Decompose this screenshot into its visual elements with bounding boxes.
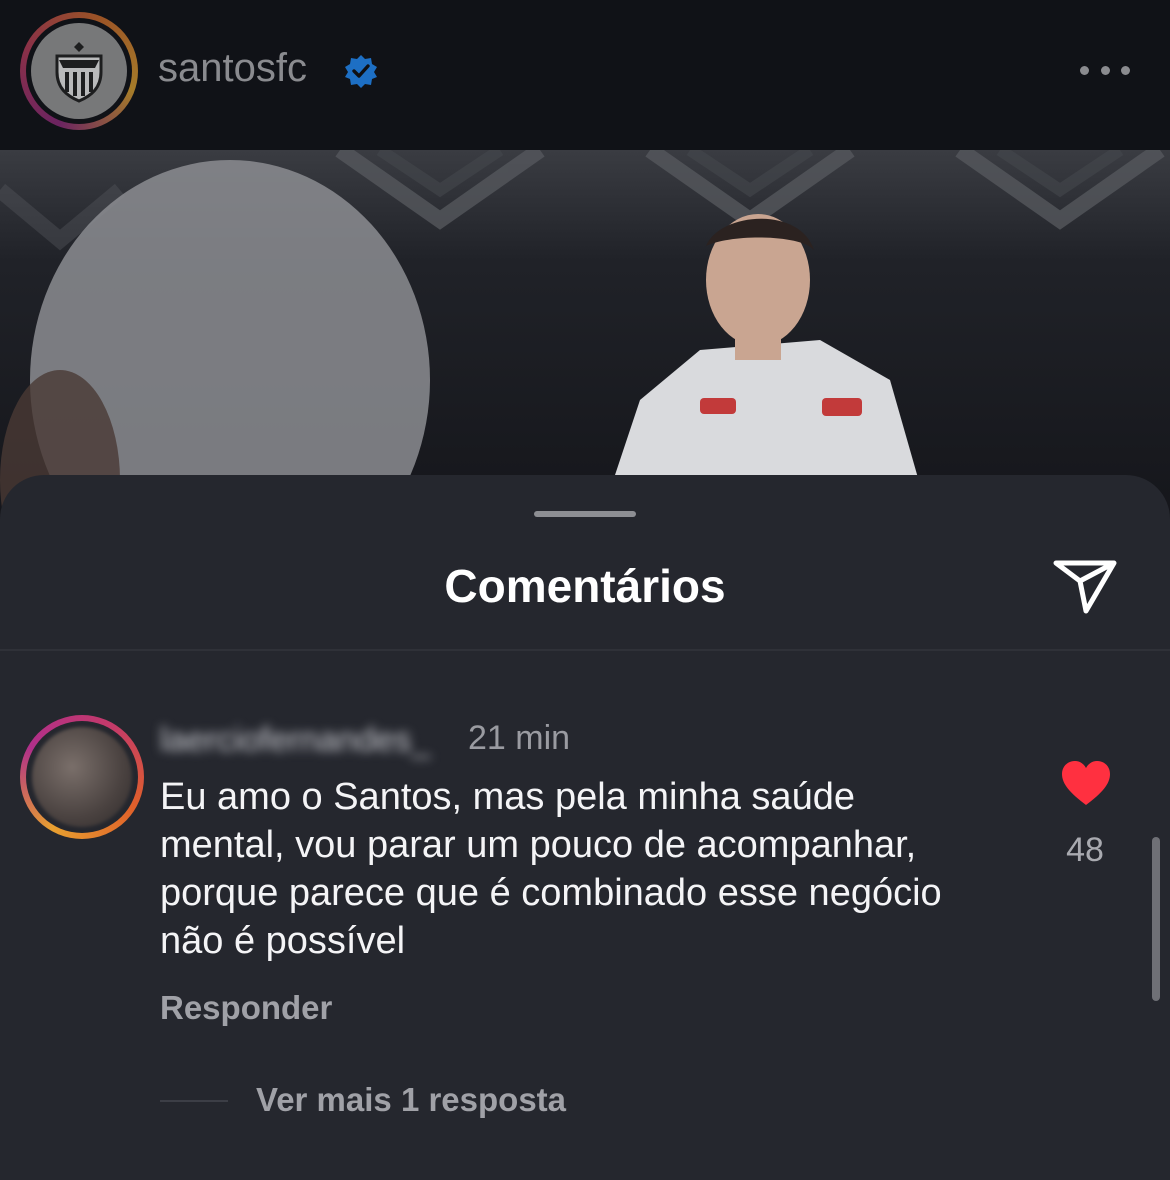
profile-avatar[interactable] — [20, 12, 138, 130]
player-photo — [0, 150, 1170, 520]
replies-divider-line — [160, 1100, 228, 1102]
post-image[interactable] — [0, 150, 1170, 520]
santos-fc-crest-icon — [31, 23, 127, 119]
scrollbar[interactable] — [1152, 837, 1160, 1001]
instagram-post-screen: santosfc Comentários laerciofernandes_ 2… — [0, 0, 1170, 1180]
comment-text: Eu amo o Santos, mas pela minha saúde me… — [160, 776, 942, 962]
sheet-title: Comentários — [444, 560, 726, 612]
verified-badge-icon — [345, 55, 377, 88]
sheet-grab-handle[interactable] — [534, 511, 636, 517]
like-count[interactable]: 48 — [1040, 831, 1130, 870]
heart-filled-icon[interactable] — [1060, 759, 1112, 807]
comment-timestamp: 21 min — [468, 719, 571, 757]
view-more-replies-button[interactable]: Ver mais 1 resposta — [256, 1081, 566, 1119]
more-options-icon[interactable] — [1080, 60, 1130, 80]
reply-button[interactable]: Responder — [160, 989, 332, 1027]
post-username[interactable]: santosfc — [158, 46, 307, 91]
sheet-divider — [0, 649, 1170, 651]
commenter-avatar[interactable] — [20, 715, 144, 839]
comments-sheet: Comentários laerciofernandes_ 21 min Eu … — [0, 475, 1170, 1180]
post-header: santosfc — [0, 0, 1170, 150]
send-paper-plane-icon[interactable] — [1050, 555, 1120, 615]
commenter-username[interactable]: laerciofernandes_ — [160, 721, 430, 760]
